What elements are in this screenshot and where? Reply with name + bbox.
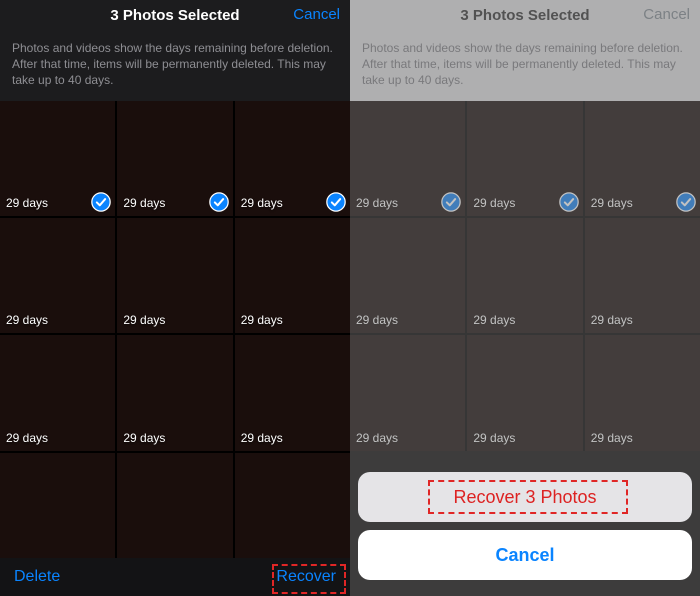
- photo-thumbnail[interactable]: 29 days: [585, 335, 700, 450]
- days-remaining-label: 29 days: [473, 431, 515, 445]
- photo-thumbnail[interactable]: 29 days: [350, 335, 465, 450]
- sheet-cancel-label: Cancel: [495, 545, 554, 566]
- page-title: 3 Photos Selected: [460, 7, 589, 24]
- sheet-cancel-button[interactable]: Cancel: [358, 530, 692, 580]
- photo-thumbnail[interactable]: 29 days: [585, 101, 700, 216]
- photo-thumbnail[interactable]: 29 days: [350, 101, 465, 216]
- days-remaining-label: 29 days: [123, 196, 165, 210]
- photo-thumbnail[interactable]: [0, 453, 115, 568]
- photo-thumbnail[interactable]: [235, 453, 350, 568]
- days-remaining-label: 29 days: [241, 431, 283, 445]
- photo-thumbnail[interactable]: 29 days: [117, 101, 232, 216]
- delete-button[interactable]: Delete: [14, 558, 60, 596]
- days-remaining-label: 29 days: [123, 431, 165, 445]
- recover-photos-label: Recover 3 Photos: [453, 487, 596, 508]
- screen-right: 3 Photos Selected Cancel Photos and vide…: [350, 0, 700, 596]
- photo-thumbnail[interactable]: 29 days: [235, 101, 350, 216]
- page-title: 3 Photos Selected: [110, 7, 239, 24]
- days-remaining-label: 29 days: [356, 313, 398, 327]
- recover-button[interactable]: Recover: [276, 558, 336, 596]
- checkmark-icon: [676, 192, 696, 212]
- days-remaining-label: 29 days: [473, 196, 515, 210]
- days-remaining-label: 29 days: [241, 196, 283, 210]
- checkmark-icon: [441, 192, 461, 212]
- days-remaining-label: 29 days: [241, 313, 283, 327]
- days-remaining-label: 29 days: [123, 313, 165, 327]
- checkmark-icon: [91, 192, 111, 212]
- nav-bar: 3 Photos Selected Cancel: [0, 0, 350, 30]
- info-text: Photos and videos show the days remainin…: [350, 30, 700, 101]
- info-text: Photos and videos show the days remainin…: [0, 30, 350, 101]
- photo-thumbnail[interactable]: 29 days: [0, 335, 115, 450]
- photo-thumbnail[interactable]: 29 days: [0, 101, 115, 216]
- days-remaining-label: 29 days: [6, 196, 48, 210]
- photo-grid: 29 days 29 days 29 days 29 days 29 days 29 da…: [0, 101, 350, 568]
- toolbar: Delete Recover: [0, 558, 350, 596]
- cancel-button: Cancel: [643, 0, 690, 30]
- nav-bar: 3 Photos Selected Cancel: [350, 0, 700, 30]
- photo-thumbnail[interactable]: 29 days: [117, 335, 232, 450]
- days-remaining-label: 29 days: [356, 196, 398, 210]
- photo-thumbnail[interactable]: 29 days: [467, 101, 582, 216]
- cancel-button[interactable]: Cancel: [293, 0, 340, 30]
- photo-thumbnail[interactable]: 29 days: [0, 218, 115, 333]
- action-sheet: Recover 3 Photos Cancel: [358, 472, 692, 588]
- days-remaining-label: 29 days: [473, 313, 515, 327]
- days-remaining-label: 29 days: [591, 313, 633, 327]
- photo-thumbnail[interactable]: [117, 453, 232, 568]
- recover-photos-button[interactable]: Recover 3 Photos: [358, 472, 692, 522]
- photo-thumbnail[interactable]: 29 days: [350, 218, 465, 333]
- checkmark-icon: [326, 192, 346, 212]
- days-remaining-label: 29 days: [6, 313, 48, 327]
- days-remaining-label: 29 days: [356, 431, 398, 445]
- days-remaining-label: 29 days: [6, 431, 48, 445]
- screen-left: 3 Photos Selected Cancel Photos and vide…: [0, 0, 350, 596]
- photo-thumbnail[interactable]: 29 days: [235, 218, 350, 333]
- days-remaining-label: 29 days: [591, 196, 633, 210]
- photo-grid: 29 days 29 days 29 days 29 days 29 days 29 da…: [350, 101, 700, 451]
- checkmark-icon: [209, 192, 229, 212]
- photo-thumbnail[interactable]: 29 days: [117, 218, 232, 333]
- photo-thumbnail[interactable]: 29 days: [467, 335, 582, 450]
- days-remaining-label: 29 days: [591, 431, 633, 445]
- photo-thumbnail[interactable]: 29 days: [585, 218, 700, 333]
- checkmark-icon: [559, 192, 579, 212]
- photo-thumbnail[interactable]: 29 days: [467, 218, 582, 333]
- photo-thumbnail[interactable]: 29 days: [235, 335, 350, 450]
